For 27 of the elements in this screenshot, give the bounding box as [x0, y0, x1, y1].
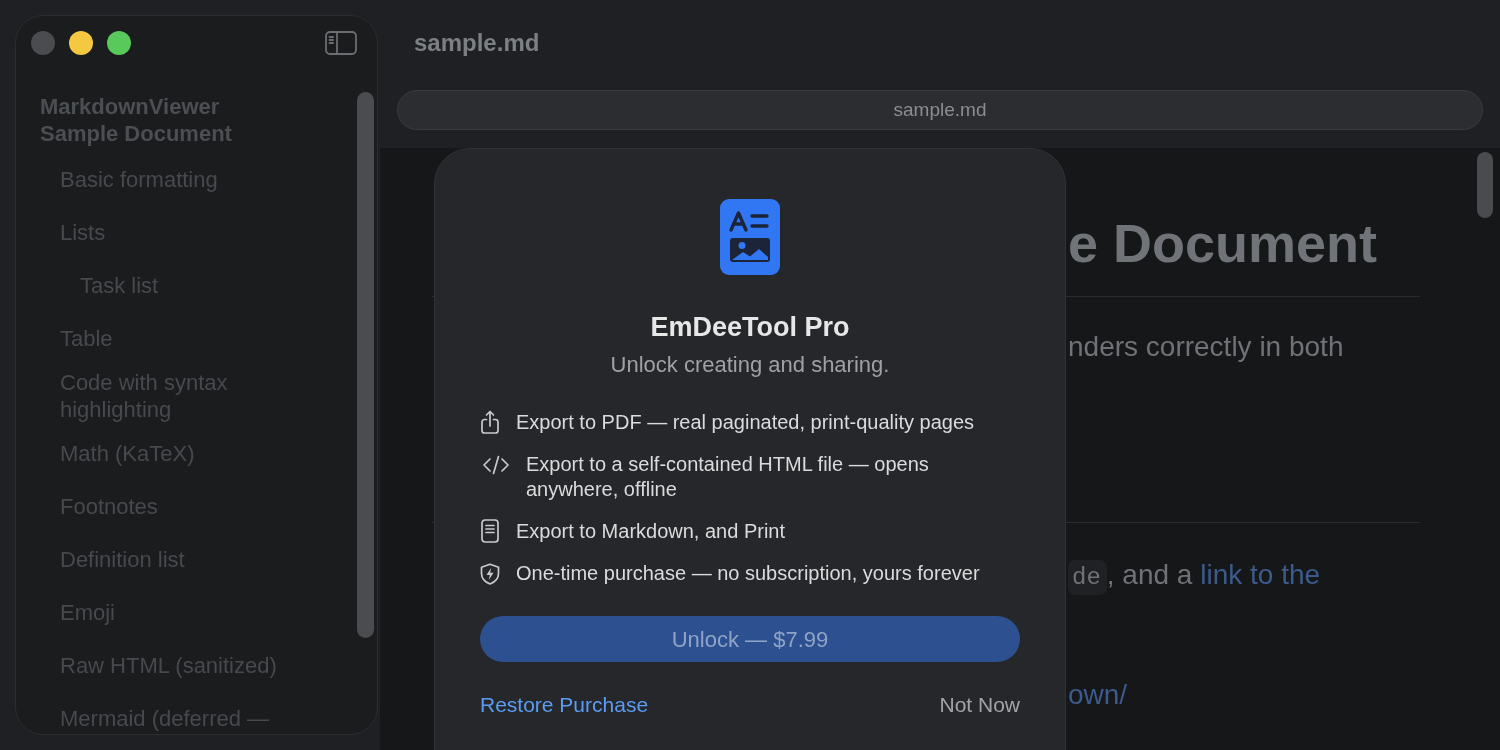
share-icon [480, 410, 500, 435]
document-link[interactable]: own/ [1068, 679, 1128, 710]
code-icon [482, 455, 510, 475]
document-icon [481, 519, 499, 543]
sidebar-toggle-icon[interactable] [325, 31, 357, 55]
document-image-icon [720, 199, 780, 275]
document-link[interactable]: link to the [1200, 559, 1321, 590]
shield-icon [480, 563, 500, 585]
scrollbar-thumb[interactable] [357, 92, 374, 638]
dialog-title: EmDeeTool Pro [650, 311, 850, 343]
inline-code: de [1068, 560, 1107, 595]
minimize-button[interactable] [69, 31, 93, 55]
document-heading: e Document [1068, 212, 1379, 275]
scrollbar-thumb[interactable] [1477, 152, 1493, 218]
path-bar[interactable]: sample.md [397, 90, 1483, 130]
feature-text: One-time purchase — no subscription, yours forever [516, 561, 980, 586]
feature-text: Export to Markdown, and Print [516, 519, 785, 544]
path-text: sample.md [893, 97, 987, 122]
document-text: , and a [1106, 559, 1194, 590]
zoom-button[interactable] [107, 31, 131, 55]
document-text: nders correctly in both [1068, 331, 1344, 362]
feature-text: Export to a self-contained HTML file — opens anywhere, offline [526, 452, 930, 502]
window-title: sample.md [414, 29, 540, 56]
restore-purchase-link[interactable]: Restore Purchase [480, 692, 649, 718]
dialog-subtitle: Unlock creating and sharing. [610, 351, 890, 379]
not-now-button[interactable]: Not Now [939, 692, 1020, 718]
feature-text: Export to PDF — real paginated, print-quality pages [516, 410, 975, 435]
